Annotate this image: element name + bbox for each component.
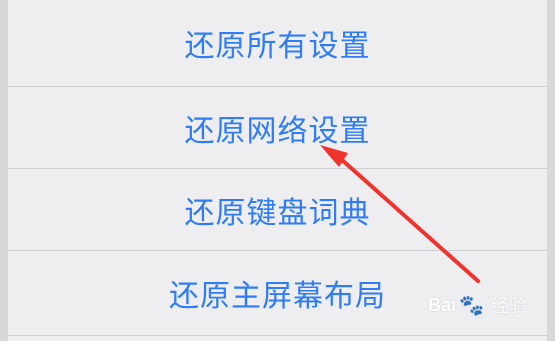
reset-keyboard-dictionary-button[interactable]: 还原键盘词典 <box>8 169 547 250</box>
reset-options-sheet: 还原所有设置 还原网络设置 还原键盘词典 还原主屏幕布局 <box>8 0 547 341</box>
right-background-edge <box>547 0 555 341</box>
reset-all-settings-button[interactable]: 还原所有设置 <box>8 0 547 86</box>
paw-icon: 🐾 <box>459 294 484 317</box>
watermark-brand: Bai <box>428 294 457 315</box>
divider <box>8 335 547 336</box>
reset-keyboard-dictionary-label: 还原键盘词典 <box>184 195 371 231</box>
baidu-jingyan-watermark: Bai 🐾 经验 <box>428 292 527 318</box>
watermark-suffix: 经验 <box>491 296 527 316</box>
reset-home-screen-layout-label: 还原主屏幕布局 <box>169 279 386 314</box>
reset-all-settings-label: 还原所有设置 <box>184 29 371 64</box>
left-background-edge <box>0 0 8 341</box>
reset-network-settings-button[interactable]: 还原网络设置 <box>8 87 547 168</box>
reset-network-settings-label: 还原网络设置 <box>184 113 371 149</box>
